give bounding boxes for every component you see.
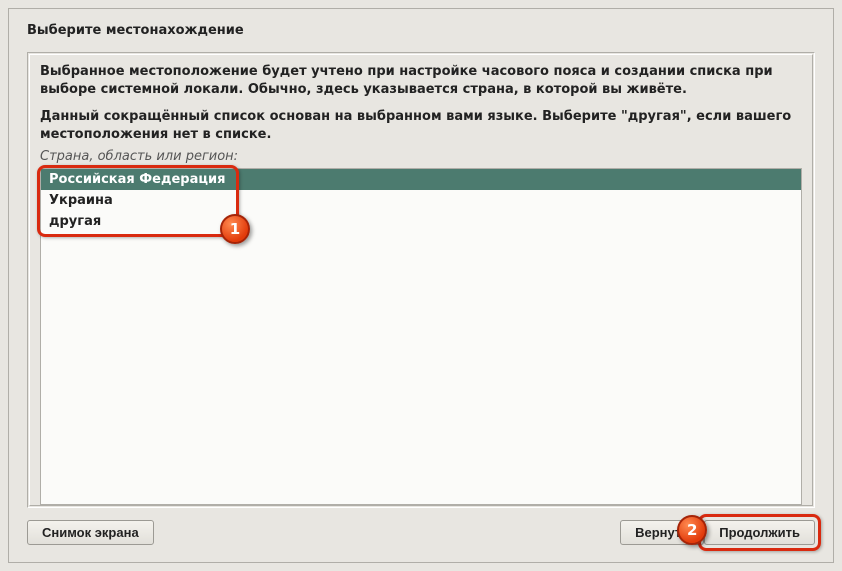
description-2: Данный сокращённый список основан на выб… — [40, 108, 802, 143]
location-listbox[interactable]: Российская Федерация Украина другая — [40, 168, 802, 505]
back-button[interactable]: Вернуть — [620, 520, 704, 545]
dialog-title: Выберите местонахождение — [27, 23, 815, 38]
continue-button[interactable]: Продолжить — [704, 520, 815, 545]
continue-wrapper: Продолжить 2 — [704, 520, 815, 545]
list-item[interactable]: Российская Федерация — [41, 169, 801, 190]
list-item[interactable]: другая — [41, 211, 801, 232]
list-item[interactable]: Украина — [41, 190, 801, 211]
location-dialog: Выберите местонахождение Выбранное место… — [8, 8, 834, 563]
content-inner: Выбранное местоположение будет учтено пр… — [29, 54, 813, 506]
screenshot-button[interactable]: Снимок экрана — [27, 520, 154, 545]
list-wrapper: Российская Федерация Украина другая 1 — [40, 168, 802, 505]
list-label: Страна, область или регион: — [40, 149, 802, 164]
button-bar: Снимок экрана Вернуть Продолжить 2 — [27, 520, 815, 545]
content-frame: Выбранное местоположение будет учтено пр… — [27, 52, 815, 508]
description-1: Выбранное местоположение будет учтено пр… — [40, 63, 802, 98]
